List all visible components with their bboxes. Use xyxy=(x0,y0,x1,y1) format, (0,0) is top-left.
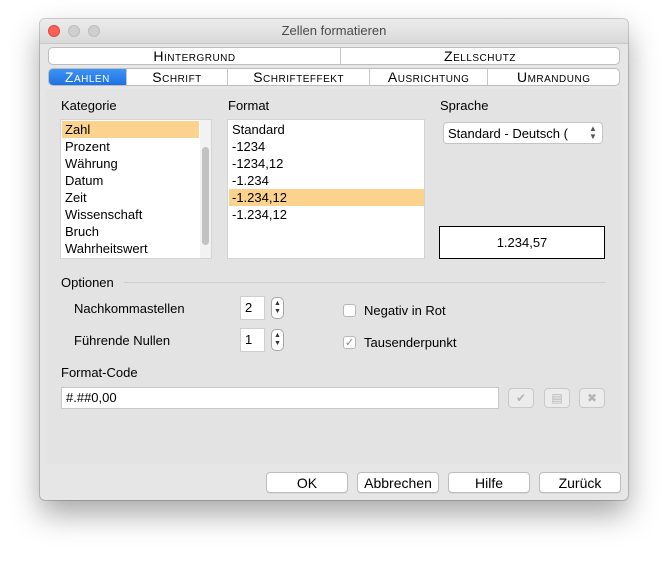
sprache-label: Sprache xyxy=(440,98,489,113)
fuehrende-nullen-field[interactable]: 1 xyxy=(240,328,265,352)
checkmark-icon: ✔ xyxy=(515,391,527,405)
kategorie-scroll-thumb[interactable] xyxy=(202,147,209,245)
kategorie-item[interactable]: Währung xyxy=(62,155,199,172)
kategorie-scrollbar[interactable] xyxy=(200,120,211,258)
optionen-separator xyxy=(124,282,606,283)
tausenderpunkt-label: Tausenderpunkt xyxy=(364,335,457,350)
tab-schrift[interactable]: Schrift xyxy=(127,69,229,85)
ok-button[interactable]: OK xyxy=(266,472,348,493)
stepper-up-icon[interactable]: ▲ xyxy=(274,300,281,308)
title-bar: Zellen formatieren xyxy=(40,19,628,44)
format-item[interactable]: -1.234,12 xyxy=(229,189,424,206)
accept-format-code-button[interactable]: ✔ xyxy=(508,388,534,408)
add-comment-button[interactable]: ▤ xyxy=(544,388,570,408)
kategorie-label: Kategorie xyxy=(61,98,117,113)
format-code-label: Format-Code xyxy=(61,365,138,380)
tausenderpunkt-checkbox[interactable]: ✓ xyxy=(343,336,356,349)
tab-row-bottom: Zahlen Schrift Schrifteffekt Ausrichtung… xyxy=(48,68,620,86)
tab-zellschutz[interactable]: Zellschutz xyxy=(341,48,619,64)
format-list[interactable]: Standard -1234 -1234,12 -1.234 -1.234,12 -1.2… xyxy=(227,119,425,259)
tab-umrandung[interactable]: Umrandung xyxy=(488,69,619,85)
tab-zahlen[interactable]: Zahlen xyxy=(49,69,127,85)
format-preview: 1.234,57 xyxy=(439,226,605,259)
nachkommastellen-stepper[interactable]: ▲ ▼ xyxy=(271,297,284,319)
kategorie-item[interactable]: Prozent xyxy=(62,138,199,155)
format-label: Format xyxy=(228,98,270,113)
negativ-in-rot-checkbox[interactable] xyxy=(343,304,356,317)
kategorie-item[interactable]: Wahrheitswert xyxy=(62,240,199,257)
negativ-in-rot-label: Negativ in Rot xyxy=(364,303,446,318)
sprache-value: Standard - Deutsch ( xyxy=(448,126,568,141)
optionen-label: Optionen xyxy=(61,275,114,290)
cancel-button[interactable]: Abbrechen xyxy=(357,472,439,493)
format-item[interactable]: -1234 xyxy=(229,138,424,155)
kategorie-item[interactable]: Datum xyxy=(62,172,199,189)
delete-icon: ✖ xyxy=(586,391,598,405)
checkmark-icon: ✓ xyxy=(344,337,355,349)
format-code-input[interactable]: #.##0,00 xyxy=(61,387,499,409)
kategorie-item[interactable]: Bruch xyxy=(62,223,199,240)
delete-format-code-button[interactable]: ✖ xyxy=(579,388,605,408)
fuehrende-nullen-label: Führende Nullen xyxy=(74,333,171,348)
help-button[interactable]: Hilfe xyxy=(448,472,530,493)
kategorie-item[interactable]: Zeit xyxy=(62,189,199,206)
kategorie-item[interactable]: Wissenschaft xyxy=(62,206,199,223)
format-item[interactable]: -1.234 xyxy=(229,172,424,189)
tab-hintergrund[interactable]: Hintergrund xyxy=(49,48,341,64)
format-item[interactable]: Standard xyxy=(229,121,424,138)
stepper-down-icon[interactable]: ▼ xyxy=(274,340,281,348)
chevron-updown-icon: ▲ ▼ xyxy=(589,124,597,141)
kategorie-list[interactable]: Zahl Prozent Währung Datum Zeit Wissenschaft B… xyxy=(60,119,212,259)
comment-icon: ▤ xyxy=(551,391,563,405)
nachkommastellen-label: Nachkommastellen xyxy=(74,301,185,316)
stepper-down-icon[interactable]: ▼ xyxy=(274,308,281,316)
fuehrende-nullen-stepper[interactable]: ▲ ▼ xyxy=(271,329,284,351)
sprache-select[interactable]: Standard - Deutsch ( ▲ ▼ xyxy=(443,122,603,144)
format-item[interactable]: -1234,12 xyxy=(229,155,424,172)
preview-value: 1.234,57 xyxy=(496,235,548,250)
nachkommastellen-field[interactable]: 2 xyxy=(240,296,265,320)
window-title: Zellen formatieren xyxy=(281,23,387,38)
kategorie-item[interactable]: Zahl xyxy=(62,121,199,138)
format-cells-dialog: Zellen formatieren Hintergrund Zellschut… xyxy=(40,19,628,500)
format-item[interactable]: -1.234,12 xyxy=(229,206,424,223)
reset-button[interactable]: Zurück xyxy=(539,472,621,493)
tab-ausrichtung[interactable]: Ausrichtung xyxy=(370,69,489,85)
stepper-up-icon[interactable]: ▲ xyxy=(274,332,281,340)
tab-schrifteffekt[interactable]: Schrifteffekt xyxy=(228,69,370,85)
tab-row-top: Hintergrund Zellschutz xyxy=(48,47,620,65)
